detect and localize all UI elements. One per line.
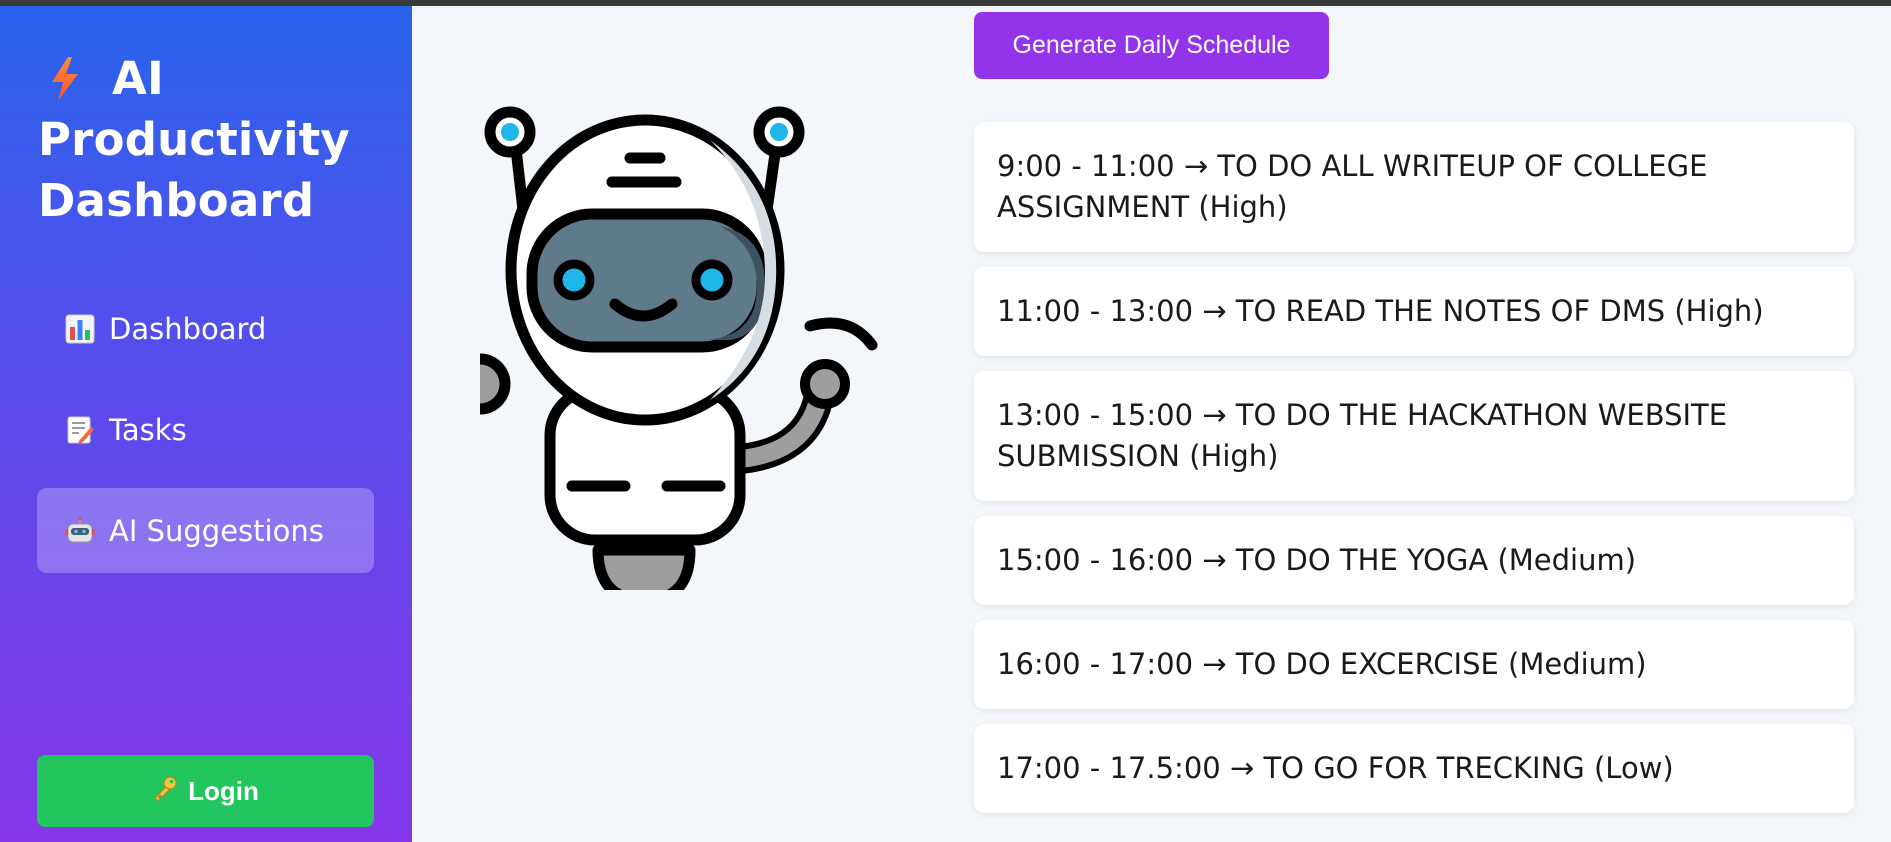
sidebar-item-label: Dashboard <box>109 311 267 346</box>
sidebar-item-label: AI Suggestions <box>109 513 324 548</box>
brand: AI Productivity Dashboard <box>38 48 378 231</box>
sidebar-item-dashboard[interactable]: Dashboard <box>37 286 374 371</box>
login-button[interactable]: Login <box>37 755 374 827</box>
sidebar-item-ai-suggestions[interactable]: AI Suggestions <box>37 488 374 573</box>
brand-title-line-2: Productivity <box>38 113 350 166</box>
lightning-icon <box>48 55 82 103</box>
sidebar-item-tasks[interactable]: Tasks <box>37 387 374 472</box>
sidebar-nav: Dashboard Tasks AI Suggestions <box>37 286 374 589</box>
brand-title-line-1: AI <box>112 52 164 105</box>
generate-schedule-button[interactable]: Generate Daily Schedule <box>974 12 1329 79</box>
sidebar: AI Productivity Dashboard Dashboard Task… <box>0 6 412 842</box>
brand-first-line: AI <box>38 48 378 109</box>
login-label: Login <box>188 775 259 806</box>
memo-icon <box>65 415 95 445</box>
key-icon <box>152 775 178 808</box>
schedule-item: 11:00 - 13:00 → TO READ THE NOTES OF DMS… <box>974 267 1854 356</box>
robot-icon <box>65 516 95 546</box>
schedule-item: 13:00 - 15:00 → TO DO THE HACKATHON WEBS… <box>974 371 1854 501</box>
bar-chart-icon <box>65 314 95 344</box>
schedule-list: 9:00 - 11:00 → TO DO ALL WRITEUP OF COLL… <box>974 122 1854 828</box>
sidebar-item-label: Tasks <box>109 412 187 447</box>
schedule-item: 16:00 - 17:00 → TO DO EXCERCISE (Medium) <box>974 620 1854 709</box>
schedule-item: 17:00 - 17.5:00 → TO GO FOR TRECKING (Lo… <box>974 724 1854 813</box>
robot-illustration <box>449 100 890 606</box>
schedule-item: 9:00 - 11:00 → TO DO ALL WRITEUP OF COLL… <box>974 122 1854 252</box>
schedule-item: 15:00 - 16:00 → TO DO THE YOGA (Medium) <box>974 516 1854 605</box>
brand-title-line-3: Dashboard <box>38 174 315 227</box>
